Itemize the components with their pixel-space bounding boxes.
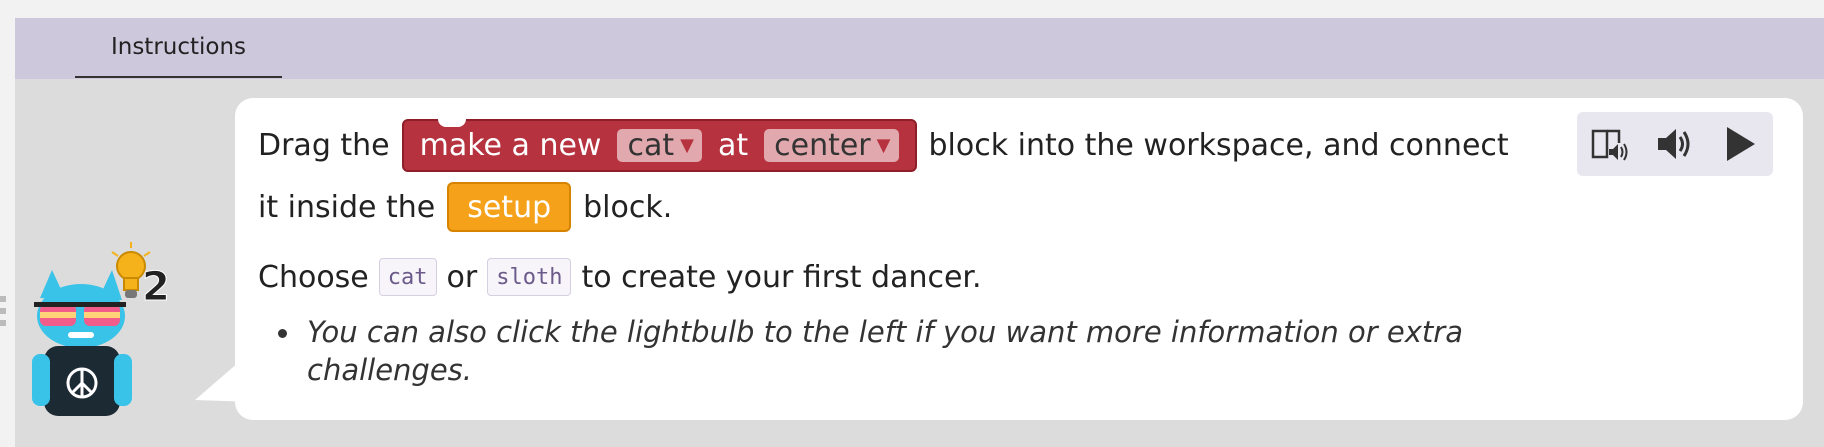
instruction-line-3: Choose cat or sloth to create your first…	[258, 255, 982, 299]
dropdown-value: cat	[627, 127, 675, 163]
dropdown-arrow-icon: ▼	[876, 134, 891, 156]
media-controls	[1577, 112, 1773, 176]
tab-instructions[interactable]: Instructions	[75, 18, 282, 78]
speaker-icon[interactable]	[1652, 121, 1698, 167]
code-sloth: sloth	[487, 258, 572, 296]
position-dropdown[interactable]: center ▼	[764, 127, 899, 163]
instruction-text: block.	[583, 189, 673, 225]
play-icon[interactable]	[1717, 121, 1763, 167]
resize-handle[interactable]	[0, 296, 6, 336]
setup-block[interactable]: setup	[447, 182, 572, 232]
instruction-text: to create your first dancer.	[581, 259, 982, 295]
instruction-text: Drag the	[258, 127, 390, 163]
instruction-text: or	[446, 259, 478, 295]
instruction-text: block into the workspace, and connect	[928, 127, 1509, 163]
instruction-line-2: it inside the setup block.	[258, 180, 672, 234]
block-label: setup	[467, 189, 552, 225]
immersive-reader-icon[interactable]	[1587, 121, 1633, 167]
instruction-text: it inside the	[258, 189, 436, 225]
make-a-new-block[interactable]: make a new cat ▼ at center ▼	[401, 118, 917, 172]
instructions-header: Instructions	[15, 18, 1824, 79]
bullet-dot	[278, 329, 287, 338]
instruction-line-1: Drag the make a new cat ▼ at center ▼ bl…	[258, 118, 1509, 172]
hint-count-badge: 2	[142, 264, 171, 311]
tip-text: You can also click the lightbulb to the …	[307, 315, 1463, 387]
instruction-text: Choose	[258, 259, 369, 295]
dropdown-value: center	[774, 127, 871, 163]
code-cat: cat	[378, 258, 437, 296]
block-label-at: at	[717, 127, 749, 163]
block-label: make a new	[419, 127, 602, 163]
dancer-type-dropdown[interactable]: cat ▼	[617, 127, 702, 163]
dropdown-arrow-icon: ▼	[680, 134, 694, 156]
